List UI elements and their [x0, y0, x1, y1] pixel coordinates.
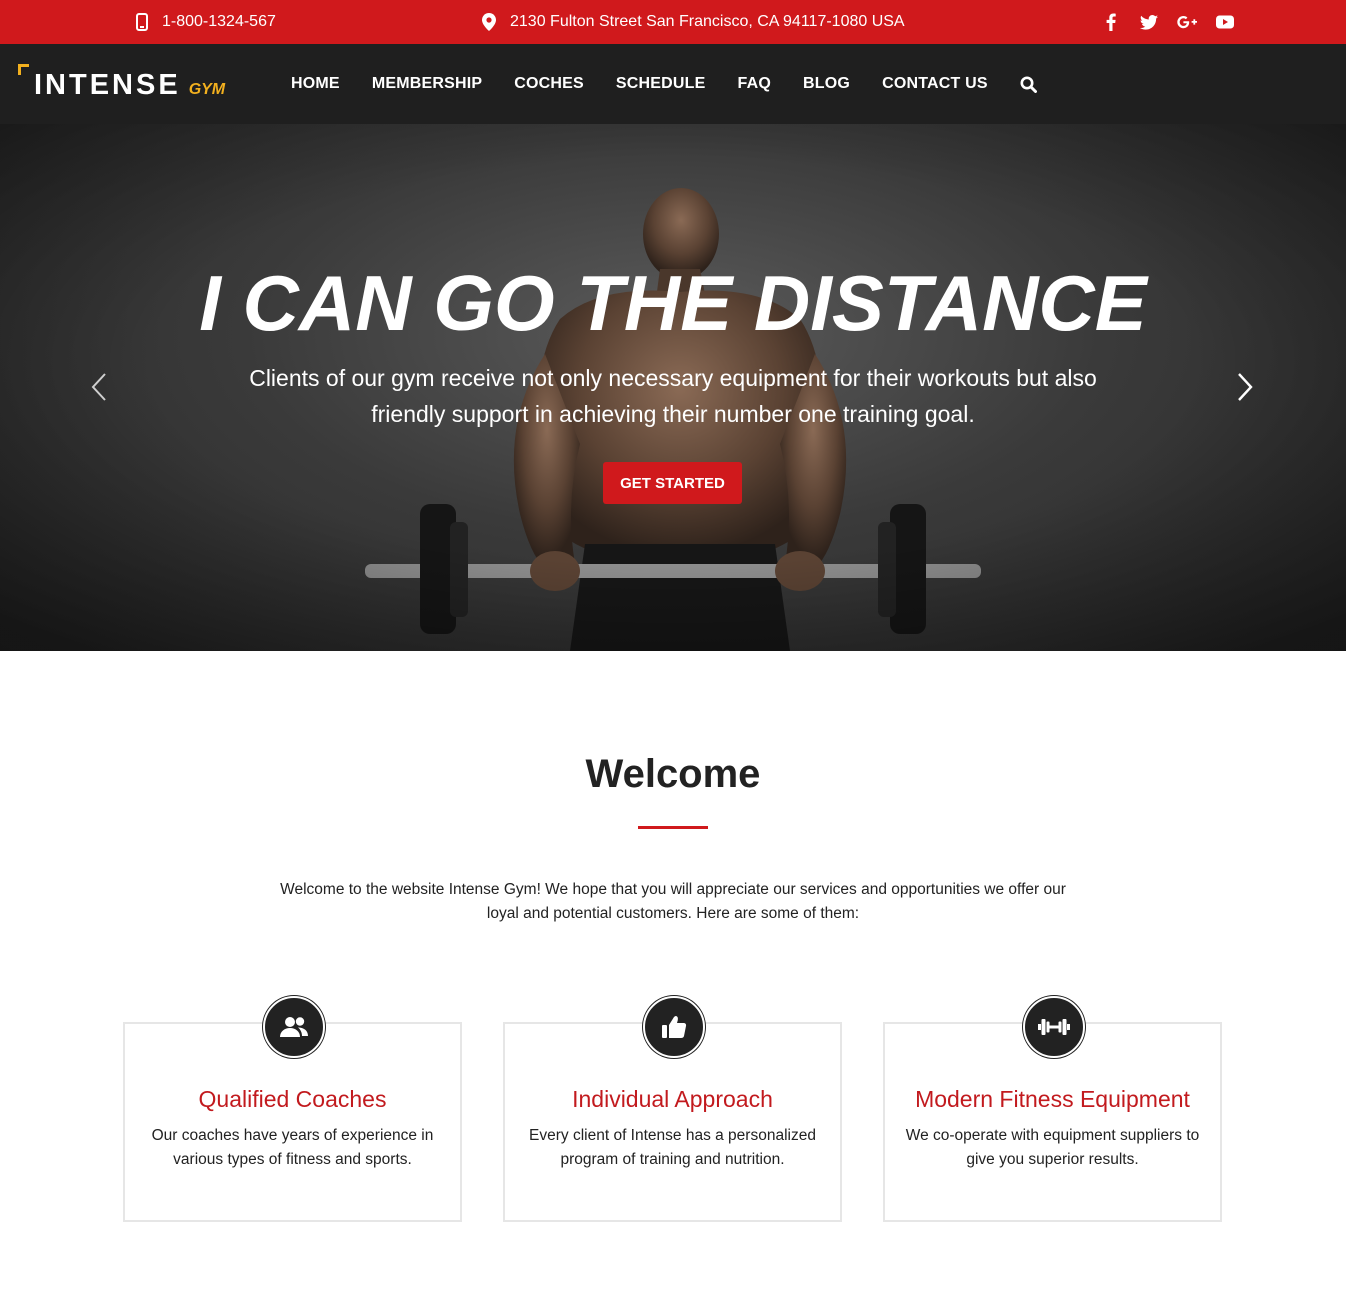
- youtube-icon[interactable]: [1214, 15, 1236, 29]
- nav-schedule[interactable]: SCHEDULE: [600, 75, 722, 93]
- feature-title: Individual Approach: [572, 1086, 773, 1112]
- nav-faq[interactable]: FAQ: [722, 75, 788, 93]
- feature-description: Every client of Intense has a personaliz…: [515, 1124, 830, 1172]
- phone-info: 1-800-1324-567: [136, 0, 276, 44]
- main-navbar: INTENSE GYM HOME MEMBERSHIP COCHES SCHED…: [0, 44, 1346, 124]
- welcome-intro-line-2: loyal and potential customers. Here are …: [486, 905, 860, 922]
- feature-card-individual-approach: Individual Approach Every client of Inte…: [503, 996, 842, 1222]
- google-plus-icon[interactable]: [1176, 15, 1198, 29]
- feature-description-line-2: program of training and nutrition.: [560, 1151, 785, 1168]
- dumbbell-icon: [1023, 996, 1085, 1058]
- feature-title: Qualified Coaches: [198, 1086, 387, 1112]
- primary-nav: HOME MEMBERSHIP COCHES SCHEDULE FAQ BLOG…: [275, 44, 1053, 124]
- social-links: [1100, 0, 1236, 44]
- hero-title: I CAN GO THE DISTANCE: [199, 259, 1147, 347]
- feature-description-line-2: give you superior results.: [966, 1151, 1139, 1168]
- nav-contact-us[interactable]: CONTACT US: [866, 75, 1004, 93]
- feature-card-modern-equipment: Modern Fitness Equipment We co-operate w…: [883, 996, 1222, 1222]
- address-text: 2130 Fulton Street San Francisco, CA 941…: [510, 13, 905, 30]
- users-icon: [263, 996, 325, 1058]
- nav-coches[interactable]: COCHES: [498, 75, 600, 93]
- site-logo[interactable]: INTENSE GYM: [18, 64, 225, 104]
- facebook-icon[interactable]: [1100, 13, 1122, 31]
- thumbs-up-icon: [643, 996, 705, 1058]
- welcome-intro: Welcome to the website Intense Gym! We h…: [248, 878, 1098, 926]
- nav-blog[interactable]: BLOG: [787, 75, 866, 93]
- slider-prev-arrow[interactable]: [90, 372, 108, 407]
- hero-subtitle-line-1: Clients of our gym receive not only nece…: [249, 365, 1097, 391]
- phone-number[interactable]: 1-800-1324-567: [162, 13, 276, 31]
- twitter-icon[interactable]: [1138, 14, 1160, 30]
- get-started-button[interactable]: GET STARTED: [603, 462, 742, 504]
- slider-next-arrow[interactable]: [1236, 372, 1254, 407]
- heading-divider: [638, 826, 708, 829]
- hero-slider: I CAN GO THE DISTANCE Clients of our gym…: [0, 124, 1346, 651]
- hero-subtitle: Clients of our gym receive not only nece…: [200, 360, 1146, 432]
- feature-description-line-1: Every client of Intense has a personaliz…: [529, 1127, 816, 1144]
- nav-home[interactable]: HOME: [275, 75, 356, 93]
- feature-title: Modern Fitness Equipment: [915, 1086, 1190, 1112]
- address-info: 2130 Fulton Street San Francisco, CA 941…: [482, 0, 905, 44]
- feature-description: Our coaches have years of experience in …: [135, 1124, 450, 1172]
- feature-description: We co-operate with equipment suppliers t…: [895, 1124, 1210, 1172]
- welcome-heading: Welcome: [585, 752, 761, 796]
- feature-description-line-1: Our coaches have years of experience in: [151, 1127, 434, 1144]
- logo-corner-mark: [18, 64, 29, 75]
- map-marker-icon: [482, 13, 496, 31]
- feature-description-line-1: We co-operate with equipment suppliers t…: [905, 1127, 1200, 1144]
- mobile-phone-icon: [136, 13, 148, 31]
- feature-description-line-2: various types of fitness and sports.: [173, 1151, 412, 1168]
- top-bar: 1-800-1324-567 2130 Fulton Street San Fr…: [0, 0, 1346, 44]
- feature-card-qualified-coaches: Qualified Coaches Our coaches have years…: [123, 996, 462, 1222]
- logo-suffix: GYM: [188, 81, 226, 98]
- nav-membership[interactable]: MEMBERSHIP: [356, 75, 498, 93]
- hero-subtitle-line-2: friendly support in achieving their numb…: [371, 401, 975, 427]
- welcome-intro-line-1: Welcome to the website Intense Gym! We h…: [280, 881, 1066, 898]
- logo-wordmark: INTENSE: [34, 69, 181, 101]
- search-icon[interactable]: [1004, 76, 1053, 93]
